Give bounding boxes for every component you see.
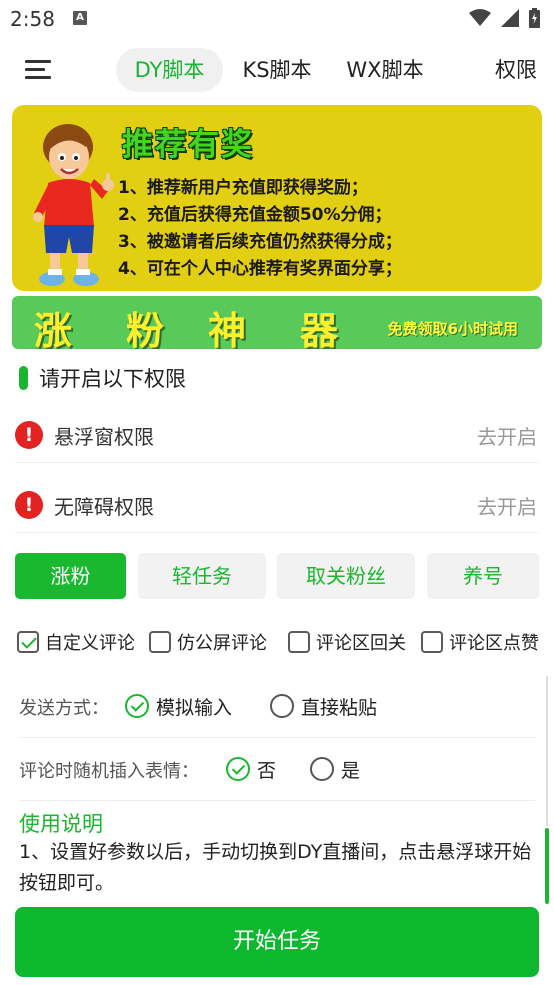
banner-rule: 3、被邀请者后续充值仍然获得分成； xyxy=(118,232,402,252)
permission-row-accessibility[interactable]: ! 无障碍权限 去开启 xyxy=(15,477,539,533)
option-follow-back[interactable]: 评论区回关 xyxy=(288,628,406,656)
referral-banner[interactable]: 推荐有奖 1、推荐新用户充值即获得奖励； 2、充值后获得充值金额50%分佣； 3… xyxy=(12,105,542,291)
top-nav: DY脚本 KS脚本 WX脚本 权限 xyxy=(0,44,554,96)
option-label: 评论区点赞 xyxy=(449,633,539,654)
permissions-heading: 请开启以下权限 xyxy=(19,363,186,393)
scrollbar-thumb[interactable] xyxy=(545,828,549,904)
banner-rule: 2、充值后获得充值金额50%分佣； xyxy=(118,205,392,225)
tab-wx-script[interactable]: WX脚本 xyxy=(340,48,430,92)
radio-unchecked-icon xyxy=(270,694,294,718)
radio-emoji-yes[interactable]: 是 xyxy=(310,755,360,783)
radio-checked-icon xyxy=(125,694,149,718)
radio-emoji-no[interactable]: 否 xyxy=(226,755,276,783)
radio-label: 是 xyxy=(341,759,361,782)
a-notification-icon: A xyxy=(73,11,87,25)
mode-nurture-account-button[interactable]: 养号 xyxy=(427,553,539,599)
scrollbar-track xyxy=(546,676,548,826)
checkbox[interactable] xyxy=(421,631,443,653)
promo-subtitle: 免费领取6小时试用 xyxy=(387,320,518,338)
enable-floating-window-link[interactable]: 去开启 xyxy=(477,421,537,450)
send-method-row: 发送方式： 模拟输入 直接粘贴 xyxy=(19,676,535,738)
checkbox[interactable] xyxy=(149,631,171,653)
option-public-screen-comment[interactable]: 仿公屏评论 xyxy=(149,628,267,656)
tab-permissions[interactable]: 权限 xyxy=(488,48,544,92)
error-exclamation-icon: ! xyxy=(15,491,43,519)
tab-dy-script[interactable]: DY脚本 xyxy=(116,48,223,92)
option-custom-comment[interactable]: 自定义评论 xyxy=(17,628,135,656)
banner-rule: 4、可在个人中心推荐有奖界面分享； xyxy=(118,259,402,279)
promo-char: 粉 xyxy=(126,309,165,349)
option-label: 仿公屏评论 xyxy=(177,633,267,654)
signal-icon xyxy=(501,9,519,27)
permission-label: 无障碍权限 xyxy=(54,495,154,519)
hamburger-menu-icon[interactable] xyxy=(25,58,51,82)
checkbox[interactable] xyxy=(288,631,310,653)
send-method-label: 发送方式： xyxy=(19,698,109,719)
status-bar: 2:58 A xyxy=(0,0,554,38)
tab-ks-script[interactable]: KS脚本 xyxy=(236,48,318,92)
radio-checked-icon xyxy=(226,757,250,781)
option-comment-like[interactable]: 评论区点赞 xyxy=(421,628,539,656)
error-exclamation-icon: ! xyxy=(15,421,43,449)
section-marker xyxy=(19,366,28,390)
radio-label: 直接粘贴 xyxy=(301,696,378,719)
banner-rules: 1、推荐新用户充值即获得奖励； 2、充值后获得充值金额50%分佣； 3、被邀请者… xyxy=(118,175,402,283)
enable-accessibility-link[interactable]: 去开启 xyxy=(477,491,537,520)
emoji-insert-label: 评论时随机插入表情： xyxy=(19,761,199,782)
mode-light-task-button[interactable]: 轻任务 xyxy=(138,553,266,599)
emoji-insert-row: 评论时随机插入表情： 否 是 xyxy=(19,739,535,801)
checkbox-checked[interactable] xyxy=(17,631,39,653)
promo-char: 神 xyxy=(208,309,247,349)
start-task-button[interactable]: 开始任务 xyxy=(15,907,539,977)
status-icons xyxy=(469,8,540,28)
promo-char: 器 xyxy=(300,309,339,349)
cartoon-boy-image xyxy=(33,124,114,286)
radio-label: 否 xyxy=(257,759,277,782)
radio-label: 模拟输入 xyxy=(156,696,233,719)
permissions-heading-text: 请开启以下权限 xyxy=(39,367,186,391)
battery-icon xyxy=(529,8,540,28)
permission-row-floating-window[interactable]: ! 悬浮窗权限 去开启 xyxy=(15,407,539,463)
status-time: 2:58 xyxy=(10,7,55,31)
radio-unchecked-icon xyxy=(310,757,334,781)
wifi-icon xyxy=(469,9,491,26)
promo-char: 涨 xyxy=(34,309,73,349)
mode-gain-fans-button[interactable]: 涨粉 xyxy=(15,553,126,599)
mode-unfollow-button[interactable]: 取关粉丝 xyxy=(277,553,415,599)
radio-direct-paste[interactable]: 直接粘贴 xyxy=(270,692,377,720)
fan-booster-promo[interactable]: 涨 粉 神 器 免费领取6小时试用 xyxy=(12,296,542,349)
usage-title: 使用说明 xyxy=(19,812,103,836)
radio-simulate-input[interactable]: 模拟输入 xyxy=(125,692,232,720)
banner-rule: 1、推荐新用户充值即获得奖励； xyxy=(118,178,368,198)
banner-title: 推荐有奖 xyxy=(122,127,254,163)
usage-text: 1、设置好参数以后，手动切换到DY直播间，点击悬浮球开始按钮即可。 xyxy=(19,841,532,894)
option-label: 评论区回关 xyxy=(316,633,406,654)
permission-label: 悬浮窗权限 xyxy=(54,425,154,449)
option-label: 自定义评论 xyxy=(45,633,135,654)
